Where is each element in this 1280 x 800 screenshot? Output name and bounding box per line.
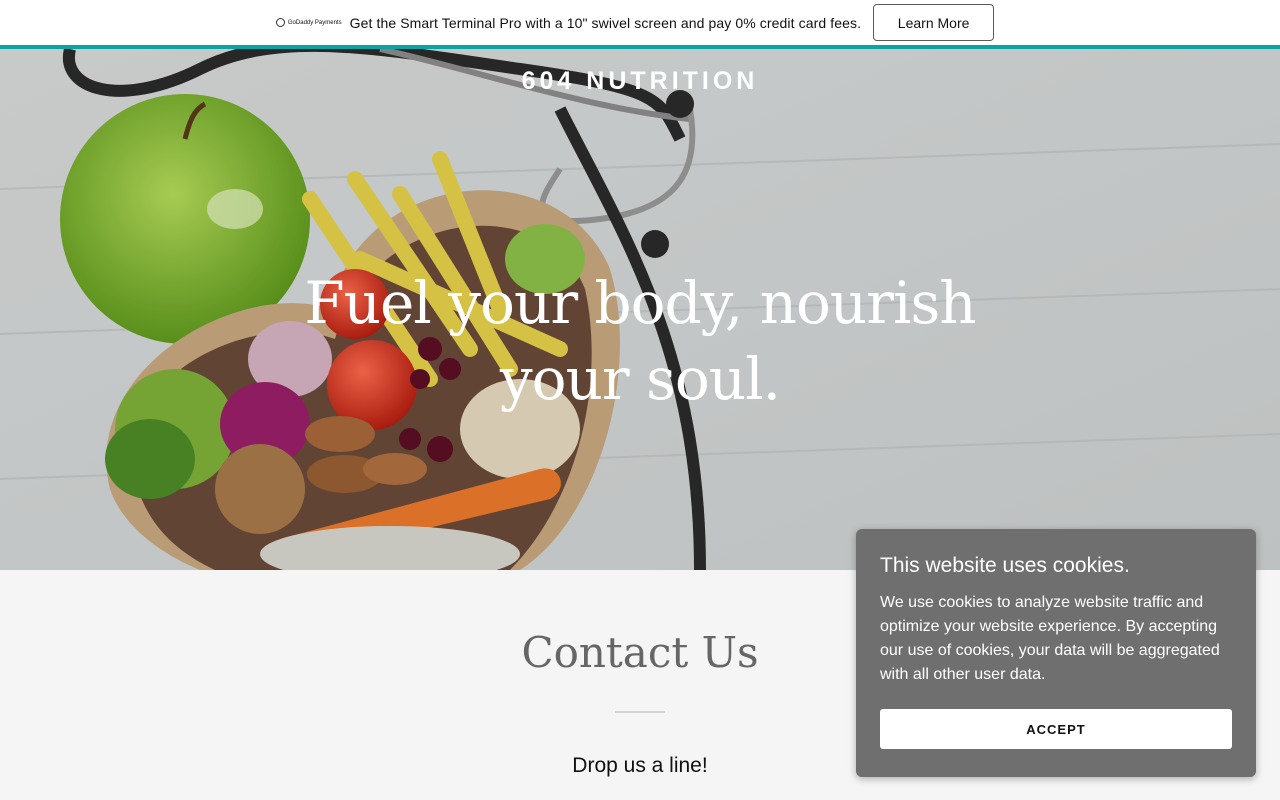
godaddy-logo-icon	[275, 18, 285, 27]
cookie-title: This website uses cookies.	[880, 554, 1130, 577]
accept-cookies-button[interactable]: ACCEPT	[880, 709, 1232, 749]
cookie-consent-dialog: This website uses cookies. We use cookie…	[856, 529, 1256, 777]
hero-section: 604 NUTRITION Fuel your body, nourish yo…	[0, 49, 1280, 570]
promo-banner: GoDaddy Payments Get the Smart Terminal …	[0, 0, 1280, 45]
contact-divider	[615, 711, 665, 713]
godaddy-logo-text: GoDaddy Payments	[287, 19, 342, 26]
godaddy-payments-logo: GoDaddy Payments	[275, 18, 342, 27]
promo-content: GoDaddy Payments Get the Smart Terminal …	[275, 4, 995, 41]
hero-headline: Fuel your body, nourish your soul.	[304, 269, 976, 413]
cookie-message: We use cookies to analyze website traffi…	[880, 594, 1220, 683]
learn-more-button[interactable]: Learn More	[873, 4, 995, 41]
site-brand[interactable]: 604 NUTRITION	[0, 67, 1280, 96]
promo-message: Get the Smart Terminal Pro with a 10" sw…	[349, 14, 862, 31]
